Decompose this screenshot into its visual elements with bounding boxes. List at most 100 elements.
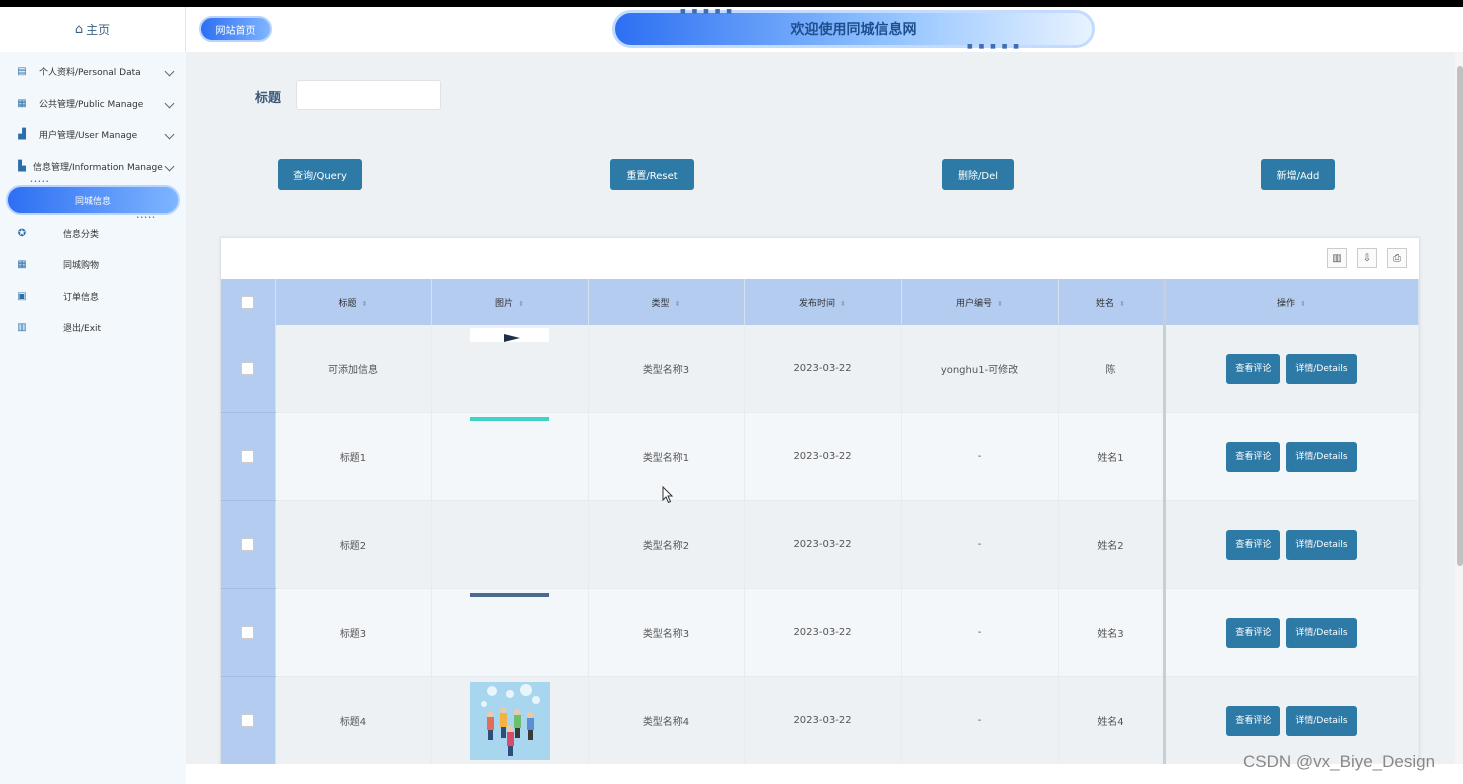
sidebar-item-information-manage[interactable]: ▙ 信息管理/Information Manage: [0, 151, 186, 183]
add-button[interactable]: 新增/Add: [1261, 159, 1335, 190]
watermark: CSDN @vx_Biye_Design: [1243, 752, 1436, 771]
table-header-row: 标题 ⬍ 图片 ⬍ 类型 ⬍ 发布时间 ⬍ 用户编号 ⬍ 姓名 ⬍ 操作 ⬍: [221, 279, 1419, 325]
site-home-label: 网站首页: [215, 25, 256, 37]
home-icon: ⌂: [74, 22, 84, 37]
clipboard-icon: ▦: [17, 97, 27, 109]
row-checkbox[interactable]: [241, 450, 255, 464]
print-icon[interactable]: ⎙: [1387, 248, 1407, 268]
cell-image: [431, 588, 589, 678]
data-table-card: ▥ ⇩ ⎙ 标题 ⬍ 图片 ⬍ 类型 ⬍ 发布时间 ⬍ 用户编号 ⬍ 姓名 ⬍ 操作 ⬍: [220, 237, 1420, 764]
reset-button[interactable]: 重置/Reset: [610, 159, 694, 190]
table-row[interactable]: 标题2 类型名称2 2023-03-22 - 姓名2 查看评论 详情/Detail…: [221, 500, 1419, 590]
view-comments-button[interactable]: 查看评论: [1226, 441, 1281, 472]
cell-actions: 查看评论 详情/Details: [1162, 588, 1419, 678]
row-select-cell: [221, 676, 276, 764]
sidebar-item-label: 信息管理/Information Manage: [33, 163, 163, 174]
sidebar-subitem-city-shopping[interactable]: ▦ 同城购物: [0, 249, 186, 281]
details-button[interactable]: 详情/Details: [1286, 529, 1357, 560]
cell-actions: 查看评论 详情/Details: [1162, 412, 1419, 502]
table-row[interactable]: 标题4 类型名称4 2023-03-22 - 姓名4 查看评论 详情/Detai…: [221, 676, 1419, 764]
columns-icon[interactable]: ▥: [1327, 248, 1347, 268]
row-checkbox[interactable]: [241, 626, 255, 640]
cell-type: 类型名称2: [588, 500, 745, 590]
cell-image: [431, 412, 589, 502]
delete-button[interactable]: 删除/Del: [942, 159, 1014, 190]
cell-user-id: yonghu1-可修改: [901, 325, 1059, 414]
column-header-title[interactable]: 标题 ⬍: [275, 279, 432, 325]
details-button[interactable]: 详情/Details: [1286, 353, 1357, 384]
thumbnail-image: [432, 501, 589, 588]
row-checkbox[interactable]: [241, 362, 255, 376]
banner-decoration: ■ ■ ■ ■ ■: [967, 43, 1021, 50]
cell-image: [431, 676, 589, 764]
details-button[interactable]: 详情/Details: [1286, 441, 1357, 472]
sidebar-item-personal-data[interactable]: ▤ 个人资料/Personal Data: [0, 56, 186, 88]
row-checkbox[interactable]: [241, 714, 255, 728]
export-icon[interactable]: ⇩: [1357, 248, 1377, 268]
view-comments-button[interactable]: 查看评论: [1226, 705, 1281, 736]
thumbnail-image: [432, 413, 589, 500]
cell-type: 类型名称4: [588, 676, 745, 764]
cell-type: 类型名称3: [588, 588, 745, 678]
cell-name: 姓名2: [1058, 500, 1165, 590]
sidebar-subitem-exit[interactable]: ▥ 退出/Exit: [0, 312, 186, 344]
view-comments-button[interactable]: 查看评论: [1226, 353, 1281, 384]
cell-date: 2023-03-22: [744, 412, 902, 502]
search-input[interactable]: [296, 80, 441, 110]
cell-title: 可添加信息: [275, 325, 432, 414]
sidebar-home-label: 主页: [86, 23, 111, 37]
cell-date: 2023-03-22: [744, 676, 902, 764]
cell-actions: 查看评论 详情/Details: [1162, 676, 1419, 764]
view-comments-button[interactable]: 查看评论: [1226, 529, 1281, 560]
calendar-check-icon: ▣: [17, 290, 27, 302]
cell-date: 2023-03-22: [744, 500, 902, 590]
column-header-actions[interactable]: 操作 ⬍: [1162, 279, 1419, 325]
document-icon: ▤: [17, 66, 27, 78]
row-checkbox[interactable]: [241, 538, 255, 552]
sidebar-item-user-manage[interactable]: ▟ 用户管理/User Manage: [0, 119, 186, 151]
sidebar-subitem-city-info[interactable]: 同城信息: [0, 179, 186, 221]
cell-actions: 查看评论 详情/Details: [1162, 325, 1419, 414]
book-icon: ▥: [17, 322, 27, 334]
chart-icon: ▟: [18, 129, 26, 141]
select-all-cell: [221, 279, 276, 325]
column-header-image[interactable]: 图片 ⬍: [431, 279, 589, 325]
query-button[interactable]: 查询/Query: [278, 159, 362, 190]
bar-chart-icon: ▙: [18, 161, 26, 173]
banner-decoration: ■ ■ ■ ■ ■: [680, 8, 734, 15]
table-row[interactable]: 标题1 类型名称1 2023-03-22 - 姓名1 查看评论 详情/Detail…: [221, 412, 1419, 502]
sidebar-subitem-orders[interactable]: ▣ 订单信息: [0, 281, 186, 313]
table-row[interactable]: 可添加信息 类型名称3 2023-03-22 yonghu1-可修改 陈 查看评…: [221, 325, 1419, 414]
sidebar-item-public-manage[interactable]: ▦ 公共管理/Public Manage: [0, 88, 186, 120]
sort-icon: ⬍: [1300, 299, 1306, 308]
table-row[interactable]: 标题3 类型名称3 2023-03-22 - 姓名3 查看评论 详情/Detail…: [221, 588, 1419, 678]
sidebar-home[interactable]: ⌂ 主页: [0, 7, 186, 52]
scrollbar-thumb[interactable]: [1457, 66, 1463, 566]
sort-icon: ⬍: [674, 299, 681, 308]
sidebar-item-label: 个人资料/Personal Data: [39, 68, 141, 79]
header: 网站首页 欢迎使用同城信息网 ■ ■ ■ ■ ■ ■ ■ ■ ■ ■: [186, 7, 1463, 52]
details-button[interactable]: 详情/Details: [1286, 705, 1357, 736]
select-all-checkbox[interactable]: [241, 295, 255, 309]
column-header-date[interactable]: 发布时间 ⬍: [744, 279, 902, 325]
cell-name: 姓名4: [1058, 676, 1165, 764]
column-header-name[interactable]: 姓名 ⬍: [1058, 279, 1165, 325]
calendar-icon: ▦: [17, 259, 27, 271]
sidebar-subitem-label: 订单信息: [63, 292, 100, 303]
cell-date: 2023-03-22: [744, 325, 902, 414]
sidebar-subitem-label: 退出/Exit: [63, 324, 102, 335]
sidebar-subitem-info-category[interactable]: ✪ 信息分类: [0, 217, 186, 249]
cell-image: [431, 325, 589, 414]
sidebar-subitem-label: 信息分类: [63, 229, 100, 240]
details-button[interactable]: 详情/Details: [1286, 617, 1357, 648]
column-header-user-id[interactable]: 用户编号 ⬍: [901, 279, 1059, 325]
cell-actions: 查看评论 详情/Details: [1162, 500, 1419, 590]
cell-title: 标题1: [275, 412, 432, 502]
sidebar-item-label: 用户管理/User Manage: [39, 131, 138, 142]
cell-user-id: -: [901, 676, 1059, 764]
site-home-link[interactable]: 网站首页: [199, 16, 272, 42]
view-comments-button[interactable]: 查看评论: [1226, 617, 1281, 648]
column-header-type[interactable]: 类型 ⬍: [588, 279, 745, 325]
sidebar-item-label: 公共管理/Public Manage: [39, 99, 144, 110]
chevron-down-icon: [164, 161, 175, 172]
